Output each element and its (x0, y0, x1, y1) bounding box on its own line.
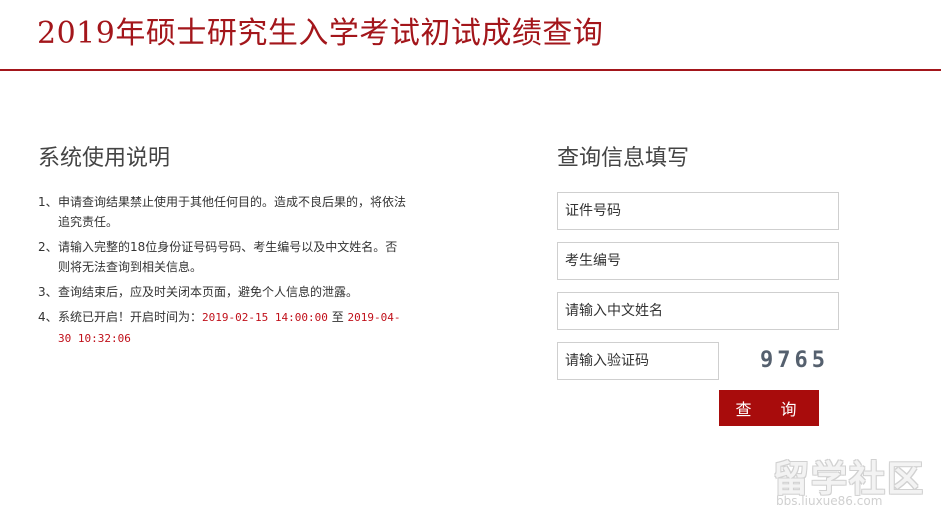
captcha-image[interactable]: 9765 (760, 346, 840, 376)
instruction-text: 申请查询结果禁止使用于其他任何目的。造成不良后果的，将依法追究责任。 (58, 195, 407, 229)
id-number-input[interactable] (557, 192, 839, 230)
instructions-panel: 系统使用说明 1、 申请查询结果禁止使用于其他任何目的。造成不良后果的，将依法追究… (38, 140, 408, 354)
open-start-time: 2019-02-15 14:00:00 (202, 311, 328, 324)
instruction-item: 3、 查询结束后，应及时关闭本页面，避免个人信息的泄露。 (38, 282, 408, 302)
captcha-row: 9765 (557, 342, 847, 380)
time-connector: 至 (331, 310, 344, 324)
query-heading: 查询信息填写 (557, 146, 690, 171)
captcha-input[interactable] (557, 342, 719, 380)
instruction-number: 1、 (38, 195, 58, 209)
instructions-list: 1、 申请查询结果禁止使用于其他任何目的。造成不良后果的，将依法追究责任。 2、请… (38, 192, 408, 349)
site-watermark: 留学社区 bbs.liuxue86.com (770, 450, 930, 512)
instruction-item: 4、 系统已开启！开启时间为：2019-02-15 14:00:00 至 2019… (38, 307, 408, 349)
page-title: 2019年硕士研究生入学考试初试成绩查询 (37, 16, 604, 51)
instruction-number: 4、 (38, 310, 58, 324)
query-form: 查询信息填写 9765 查 询 (557, 140, 847, 426)
exam-number-input[interactable] (557, 242, 839, 280)
instruction-text: 查询结束后，应及时关闭本页面，避免个人信息的泄露。 (58, 285, 359, 299)
instruction-number: 2、 (38, 240, 58, 254)
instruction-item: 2、 请输入完整的18位身份证号码号码、考生编号以及中文姓名。否则将无法查询到相关… (38, 237, 408, 277)
query-submit-button[interactable]: 查 询 (719, 390, 819, 426)
instruction-text: 请输入完整的18位身份证号码号码、考生编号以及中文姓名。否则将无法查询到相关信息… (58, 240, 398, 274)
instruction-text: 系统已开启！开启时间为： (58, 310, 203, 324)
watermark-url: bbs.liuxue86.com (776, 494, 883, 508)
chinese-name-input[interactable] (557, 292, 839, 330)
page-header: 2019年硕士研究生入学考试初试成绩查询 (0, 0, 941, 71)
instruction-number: 3、 (38, 285, 58, 299)
instruction-item: 1、 申请查询结果禁止使用于其他任何目的。造成不良后果的，将依法追究责任。 (38, 192, 408, 232)
header-divider (0, 69, 941, 71)
instructions-heading: 系统使用说明 (38, 146, 171, 171)
